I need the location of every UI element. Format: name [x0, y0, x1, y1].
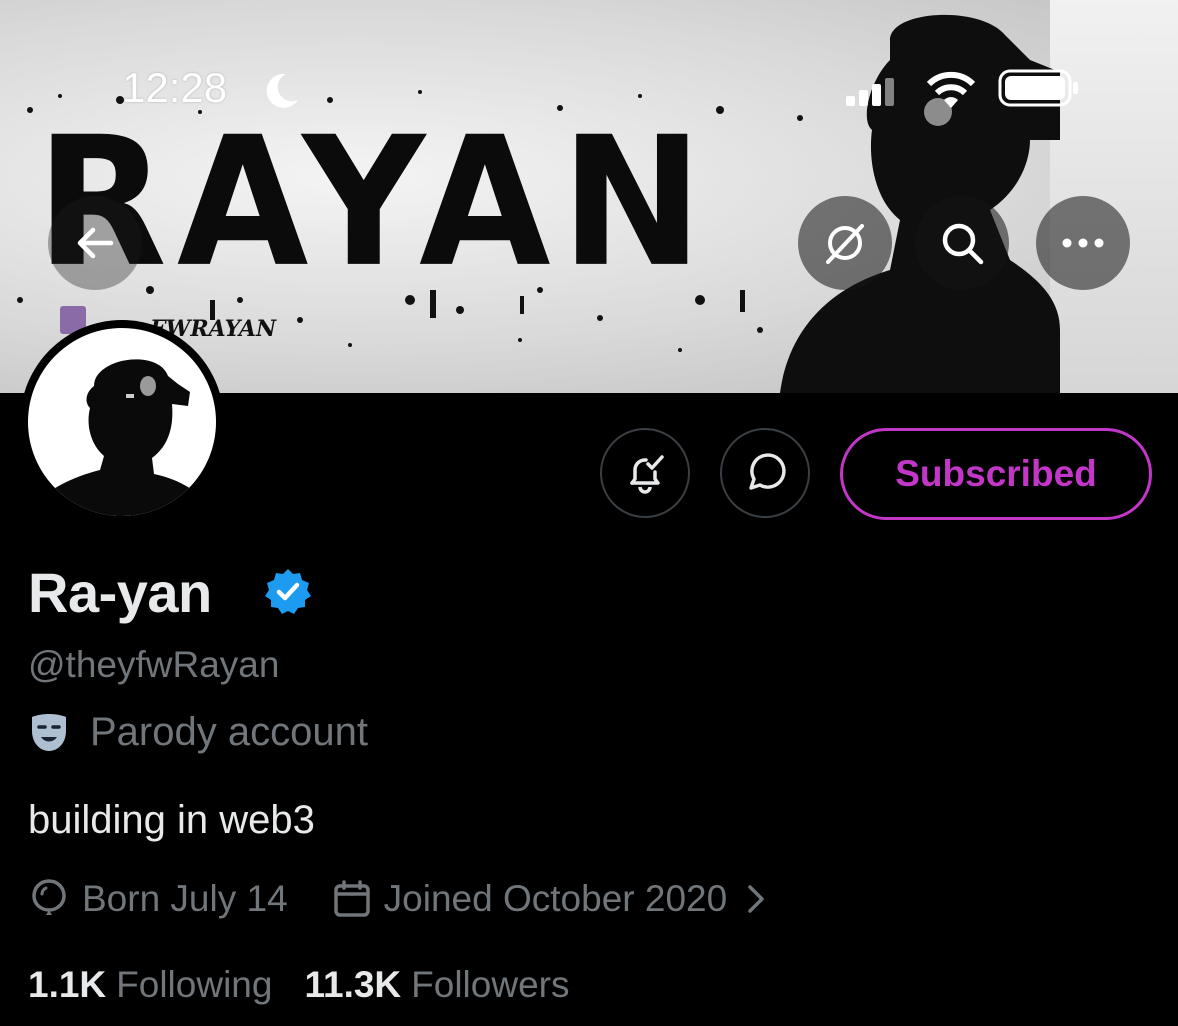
verified-badge-icon[interactable]: [262, 566, 314, 618]
profile-meta-row: Born July 14 Joined October 2020: [30, 878, 767, 920]
birthday-text: Born July 14: [82, 878, 288, 919]
back-button[interactable]: [48, 196, 142, 290]
followers-link[interactable]: 11.3K Followers: [304, 964, 569, 1006]
following-link[interactable]: 1.1K Following: [28, 964, 272, 1006]
balloon-icon: [32, 879, 66, 915]
search-button[interactable]: [915, 196, 1009, 290]
joined-date-text[interactable]: Joined October 2020: [384, 878, 728, 920]
back-arrow-icon: [77, 227, 114, 259]
moon-icon: [266, 73, 298, 108]
wifi-icon: [926, 71, 976, 108]
chevron-right-icon[interactable]: [745, 882, 767, 916]
display-name: Ra-yan: [28, 561, 212, 624]
search-icon: [942, 223, 984, 265]
grok-button[interactable]: [798, 196, 892, 290]
followers-label: Followers: [411, 964, 570, 1005]
bell-check-icon: [630, 455, 664, 494]
message-bubble-icon: [749, 453, 786, 490]
user-handle: @theyfwRayan: [28, 644, 280, 685]
theater-mask-icon: [32, 713, 66, 751]
calendar-icon: [333, 880, 370, 917]
more-button[interactable]: [1036, 196, 1130, 290]
avatar-silhouette: [28, 359, 216, 516]
battery-icon: [998, 69, 1078, 107]
notify-button[interactable]: [600, 428, 690, 518]
follow-stats-row: 1.1K Following 11.3K Followers: [28, 964, 569, 1006]
parody-label-row: Parody account: [30, 710, 368, 755]
more-icon: [1062, 238, 1104, 248]
message-button[interactable]: [720, 428, 810, 518]
profile-avatar[interactable]: [20, 320, 224, 524]
grok-icon: [826, 224, 864, 264]
following-label: Following: [116, 964, 273, 1005]
followers-count: 11.3K: [304, 964, 402, 1005]
banner-person-silhouette: [780, 14, 1060, 393]
parody-account-label: Parody account: [90, 710, 368, 754]
avatar-image: [28, 328, 216, 516]
profile-bio: building in web3: [28, 798, 315, 842]
status-time: 12:28: [122, 64, 228, 111]
signal-icon: [846, 78, 894, 106]
profile-banner[interactable]: RAYAN FWRAYAN 12:28: [0, 0, 1178, 393]
subscribed-button[interactable]: Subscribed: [840, 428, 1152, 520]
following-count: 1.1K: [28, 964, 107, 1005]
banner-wordmark: RAYAN: [36, 99, 713, 307]
